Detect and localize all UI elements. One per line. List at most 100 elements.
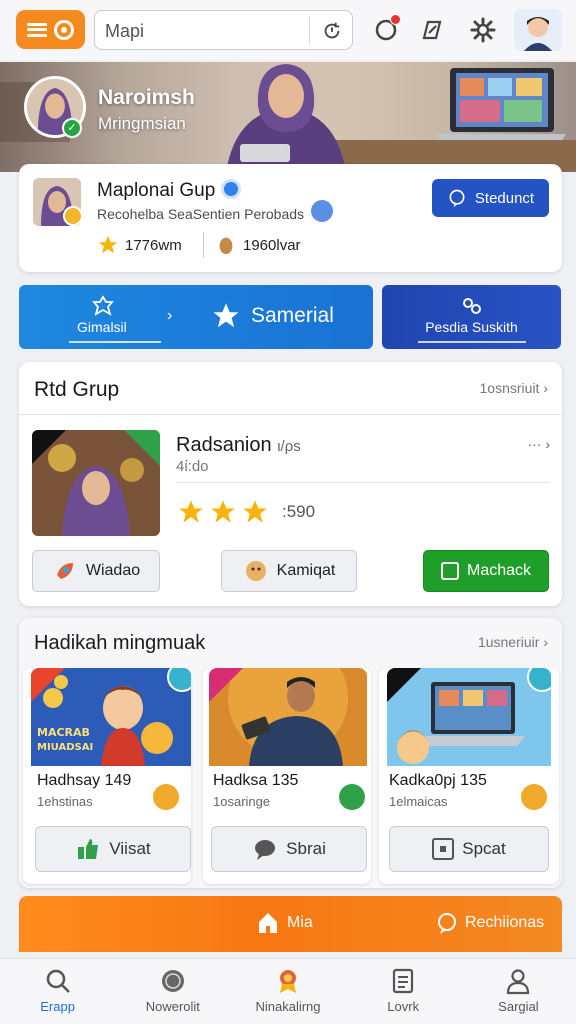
divider — [176, 482, 550, 483]
rating-value: :590 — [282, 502, 316, 521]
gear-icon[interactable] — [469, 16, 497, 44]
tile-name: Hadhsay 149 — [37, 772, 132, 789]
chat-icon — [438, 913, 456, 934]
chat-icon — [449, 189, 465, 208]
machack-button[interactable]: Machack — [423, 550, 549, 592]
refresh-icon[interactable] — [321, 20, 343, 42]
target-icon — [53, 19, 74, 40]
more-options-icon[interactable]: ··· › — [527, 436, 550, 452]
nav-item-sargial[interactable]: Sargial — [461, 959, 576, 1024]
hadikah-title: Hadikah mingmuak — [34, 632, 206, 654]
top-bar — [0, 0, 576, 60]
checkbox-icon — [440, 562, 459, 580]
stat-b-value: 1960lvar — [243, 236, 301, 254]
pesdia-button[interactable]: Pesdia Suskith — [382, 285, 561, 349]
bottom-navigation: Erapp Nowerolit Ninakalirng Lovrk Sargia… — [0, 958, 576, 1024]
tile-image — [209, 668, 367, 766]
nav-item-nowerolit[interactable]: Nowerolit — [115, 959, 230, 1024]
leaf-corner — [124, 430, 160, 466]
gold-badge-icon — [63, 206, 83, 226]
speech-bubble-icon — [255, 840, 276, 860]
pesdia-underline — [418, 341, 526, 343]
nav-label: Sargial — [498, 999, 539, 1014]
puzzle-icon — [92, 295, 114, 316]
group-link-label: 1osnsriuit — [479, 380, 540, 396]
nav-label: Nowerolit — [145, 999, 200, 1014]
corner-ribbon — [31, 668, 65, 702]
stat-a-value: 1776wm — [125, 236, 182, 254]
sbrai-button[interactable]: Sbrai — [211, 826, 367, 872]
search-icon — [46, 969, 70, 993]
wiadao-label: Wiadao — [85, 562, 141, 579]
hero-banner — [0, 62, 576, 172]
nav-item-lovrk[interactable]: Lovrk — [346, 959, 461, 1024]
tile-sub: 1ehstinas — [37, 794, 93, 809]
hadikah-see-all-link[interactable]: 1usneriuir › — [478, 634, 548, 650]
viisat-label: Viisat — [109, 839, 151, 858]
tile-name: Kadka0pj 135 — [389, 772, 487, 789]
search-bar — [94, 10, 353, 50]
spcat-button[interactable]: Spcat — [389, 826, 549, 872]
mia-button[interactable]: Mia — [257, 911, 313, 935]
nav-item-ninakalirng[interactable]: Ninakalirng — [230, 959, 345, 1024]
hero-subtitle: Mringmsian — [98, 114, 186, 133]
rating: :590 — [176, 498, 315, 526]
group-title: Rtd Grup — [34, 378, 120, 401]
square-icon — [432, 838, 455, 860]
edit-icon[interactable] — [418, 16, 446, 44]
leaf-icon — [339, 784, 365, 810]
group-item-tag: ι/ρs — [277, 438, 301, 455]
user-avatar[interactable] — [514, 9, 562, 51]
group-see-all-link[interactable]: 1osnsriuit › — [480, 380, 548, 396]
rechiionas-label: Rechiionas — [465, 914, 545, 931]
action-bar-blue: Gimalsil › Samerial — [19, 285, 373, 349]
tile-image — [387, 668, 551, 766]
pesdia-label: Pesdia Suskith — [425, 319, 518, 335]
gimalsil-button[interactable]: Gimalsil — [19, 285, 189, 349]
spcat-label: Spcat — [462, 839, 506, 858]
coin-icon — [521, 784, 547, 810]
hadikah-card: Hadikah mingmuak 1usneriuir › MACRAB MIU… — [19, 618, 562, 888]
tile-image: MACRAB MIUADSAI — [31, 668, 191, 766]
corner-ribbon — [387, 668, 421, 702]
cookie-face-icon — [245, 561, 266, 581]
group-card: Rtd Grup 1osnsriuit › Radsanion ι/ρs 4ί:… — [19, 362, 562, 606]
globe-icon — [161, 970, 184, 992]
group-item-sub: 4ί:do — [176, 458, 209, 475]
gimalsil-underline — [69, 341, 161, 343]
viisat-button[interactable]: Viisat — [35, 826, 191, 872]
group-thumbnail[interactable] — [32, 430, 160, 536]
profile-description: Recohelba SeaSentien Perobads — [97, 206, 305, 222]
wiadao-button[interactable]: Wiadao — [32, 550, 160, 592]
hadikah-tile[interactable]: Hadksa 135 1osaringe Sbrai — [203, 668, 371, 884]
poster-text-1: MACRAB — [37, 726, 90, 739]
hadikah-tile[interactable]: MACRAB MIUADSAI Hadhsay 149 1ehstinas Vi… — [23, 668, 191, 884]
rechiionas-button[interactable]: Rechiionas — [435, 911, 544, 935]
tile-name: Hadksa 135 — [213, 772, 299, 789]
student-button[interactable]: Stedunct — [432, 179, 549, 217]
poster-text-2: MIUADSAI — [37, 742, 93, 753]
samerial-label: Samerial — [251, 304, 334, 327]
verified-check-icon: ✓ — [62, 118, 82, 138]
group-item-title: Radsanion — [176, 434, 272, 456]
samerial-button[interactable]: Samerial — [211, 301, 334, 331]
user-icon — [507, 969, 530, 995]
gimalsil-label: Gimalsil — [77, 319, 127, 335]
nav-item-erapp[interactable]: Erapp — [0, 959, 115, 1024]
rocket-icon — [56, 563, 73, 579]
nav-label: Ninakalirng — [255, 999, 321, 1014]
thumbs-up-icon — [78, 839, 99, 859]
person-illustration — [226, 64, 346, 172]
hadikah-tile[interactable]: Kadka0pj 135 1elmaicas Spcat — [379, 668, 559, 884]
stat-stars: 1776wm — [97, 234, 182, 256]
kamiqat-button[interactable]: Kamiqat — [221, 550, 357, 592]
verified-icon — [221, 179, 241, 199]
stat-food: 1960lvar — [215, 234, 301, 256]
notification-badge — [390, 14, 401, 25]
search-input[interactable] — [105, 19, 305, 43]
kamiqat-label: Kamiqat — [276, 562, 336, 579]
food-icon — [219, 237, 233, 255]
link-icon — [463, 298, 481, 314]
menu-button[interactable] — [16, 10, 85, 49]
stat-divider — [203, 232, 204, 258]
